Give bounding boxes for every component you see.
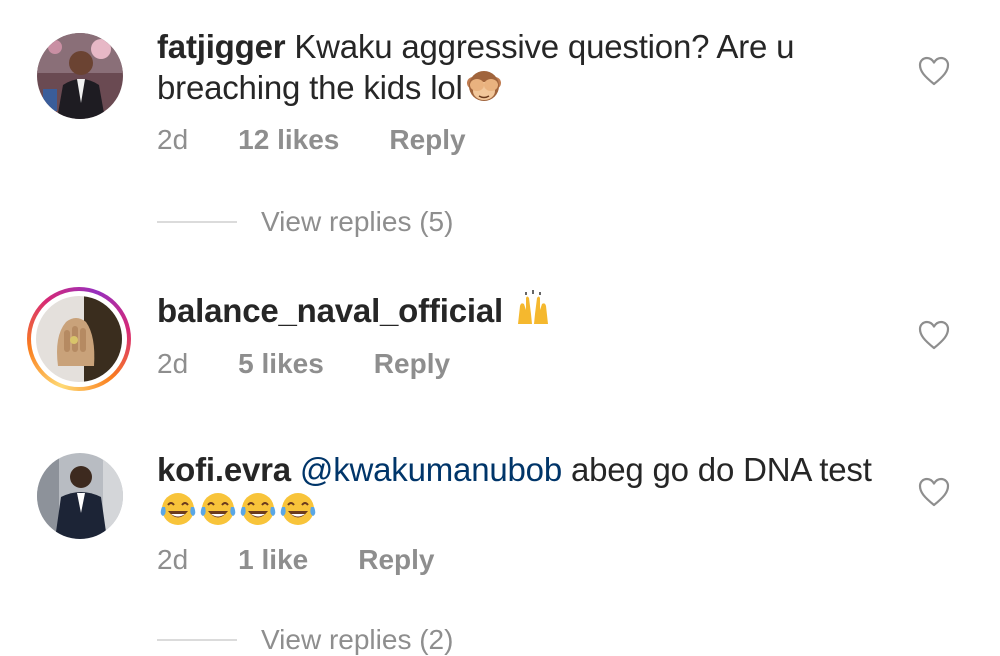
tears-of-joy-emoji — [239, 490, 277, 528]
view-replies-button[interactable]: View replies (2) — [157, 624, 453, 656]
mention-link[interactable]: @kwakumanubob — [300, 451, 562, 488]
comment-body: abeg go do DNA test — [570, 451, 872, 488]
timestamp: 2d — [157, 544, 189, 575]
comment-text: kofi.evra @kwakumanubob abeg go do DNA t… — [157, 450, 877, 531]
view-replies-label: View replies (2) — [261, 624, 454, 655]
likes-count[interactable]: 1 like — [238, 544, 308, 576]
comment-kofi-evra: kofi.evra @kwakumanubob abeg go do DNA t… — [0, 0, 1000, 655]
tears-of-joy-emoji — [159, 490, 197, 528]
comment-meta: 2d 1 like Reply — [157, 544, 434, 576]
heart-outline-icon[interactable] — [918, 477, 950, 507]
tears-of-joy-emoji — [199, 490, 237, 528]
reply-button[interactable]: Reply — [358, 544, 434, 576]
avatar[interactable] — [37, 453, 123, 539]
username[interactable]: kofi.evra — [157, 451, 291, 488]
divider-line — [157, 639, 237, 641]
tears-of-joy-emoji — [279, 490, 317, 528]
